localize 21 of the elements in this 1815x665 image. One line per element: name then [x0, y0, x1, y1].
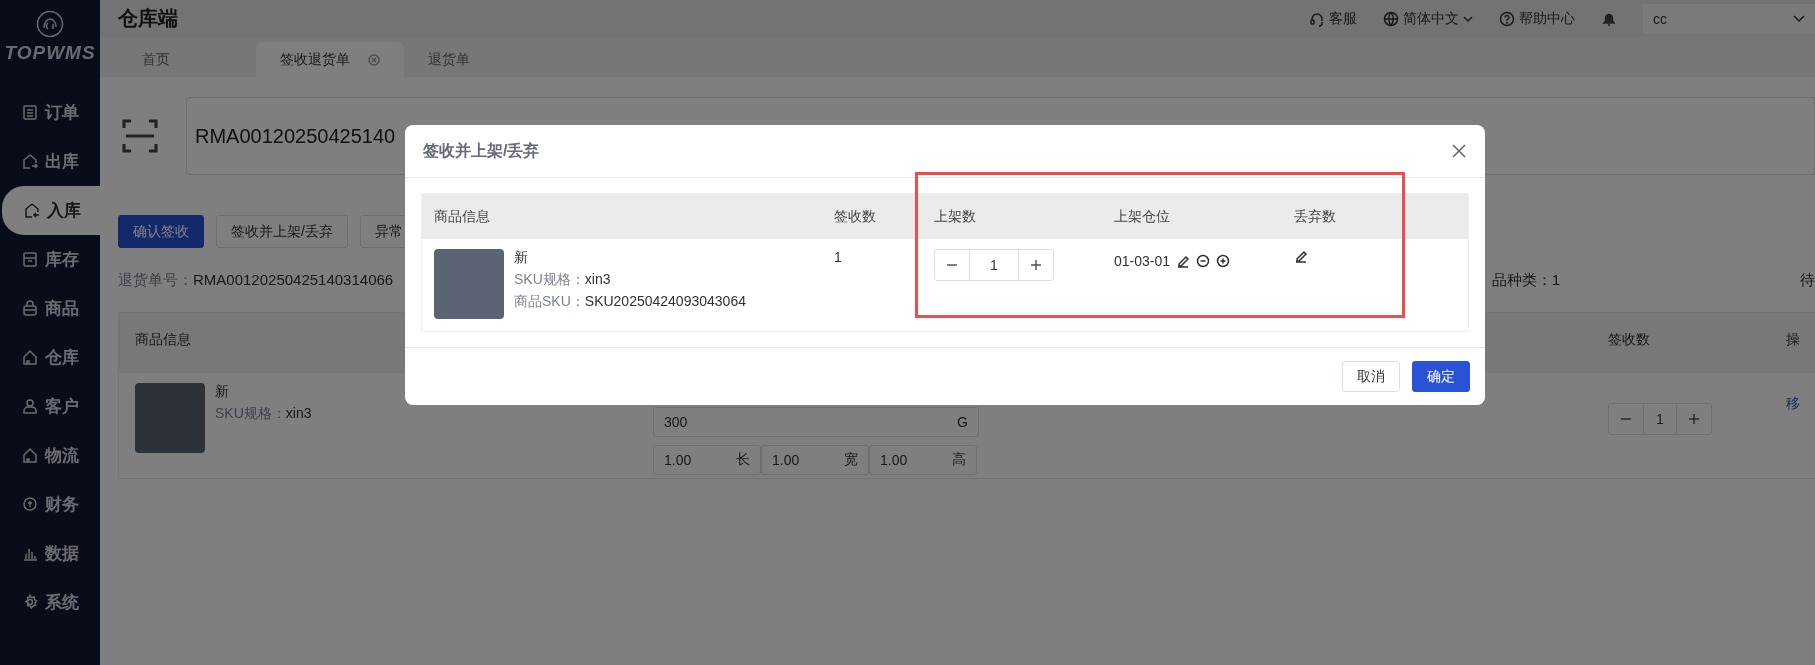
logo-text: TOPWMS — [4, 42, 96, 64]
sku-spec: SKU规格：xin3 — [215, 405, 312, 423]
column-header: 上架仓位 — [1113, 207, 1171, 226]
app-title: 仓库端 — [118, 6, 178, 31]
column-header: 签收数 — [833, 207, 877, 226]
dialog-title: 签收并上架/丢弃 — [423, 140, 540, 161]
shelf-location: 01-03-01 — [1114, 253, 1171, 269]
column-header: 上架数 — [933, 207, 977, 226]
goods-name: 新 — [215, 383, 230, 401]
column-header: 操 — [1786, 331, 1800, 347]
goods-name: 新 — [514, 249, 529, 267]
order-number: 退货单号：RMA00120250425140314066 — [118, 270, 394, 290]
summary-text: 待 — [1800, 270, 1815, 290]
column-header: 商品信息 — [135, 331, 191, 347]
sku-spec: SKU规格：xin3 — [514, 271, 612, 289]
goods-sku: 商品SKU：SKU20250424093043064 — [514, 293, 746, 311]
column-header: 商品信息 — [433, 207, 491, 226]
column-header: 签收数 — [1608, 331, 1650, 347]
column-header: 丢弃数 — [1293, 207, 1337, 226]
received-quantity: 1 — [834, 249, 842, 265]
summary-text: 品种类：1 — [1491, 270, 1560, 290]
